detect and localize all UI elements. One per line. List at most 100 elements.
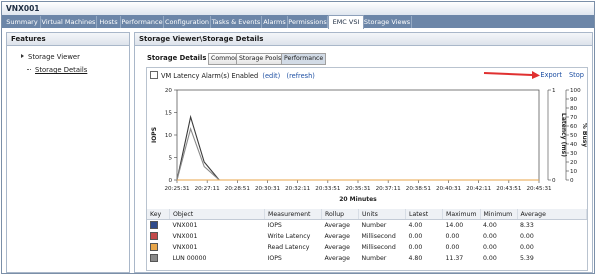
key-swatch bbox=[150, 254, 158, 262]
col-average[interactable]: Average bbox=[517, 209, 587, 220]
table-row[interactable]: VNX001 Read Latency Average Millisecond 0.00… bbox=[147, 242, 587, 253]
cell-average: 0.00 bbox=[520, 233, 534, 240]
cell-minimum: 4.00 bbox=[483, 222, 497, 229]
cell-maximum: 0.00 bbox=[445, 233, 460, 240]
cell-maximum: 14.00 bbox=[445, 222, 464, 229]
subtab-storage-pools[interactable]: Storage Pools bbox=[236, 53, 285, 65]
export-link[interactable]: Export bbox=[540, 71, 562, 79]
stop-link[interactable]: Stop bbox=[569, 71, 584, 79]
window-title: VNX001 bbox=[6, 4, 40, 13]
x-axis-label: 20 Minutes bbox=[339, 196, 377, 203]
col-maximum[interactable]: Maximum bbox=[442, 209, 481, 220]
x-tick-label: 20:45:31 bbox=[526, 186, 552, 192]
col-measurement[interactable]: Measurement bbox=[264, 209, 322, 220]
busy-tick-label: 30 bbox=[570, 151, 578, 157]
tab-summary[interactable]: Summary bbox=[4, 16, 41, 28]
cell-minimum: 0.00 bbox=[483, 255, 497, 262]
key-swatch bbox=[150, 243, 158, 251]
performance-pane: VM Latency Alarm(s) Enabled (edit) (refr… bbox=[146, 67, 588, 271]
x-tick-label: 20:27:11 bbox=[195, 186, 221, 192]
breadcrumb: Storage Viewer\Storage Details bbox=[135, 33, 592, 46]
cell-average: 0.00 bbox=[520, 244, 534, 251]
table-row[interactable]: VNX001 IOPS Average Number 4.00 14.00 4.00 8.33 bbox=[147, 220, 587, 232]
x-tick-label: 20:32:11 bbox=[285, 186, 311, 192]
key-cell bbox=[147, 242, 170, 253]
cell-object: VNX001 bbox=[172, 244, 198, 251]
cell-maximum: 11.37 bbox=[445, 255, 464, 262]
x-tick-label: 20:42:11 bbox=[466, 186, 492, 192]
cell-rollup: Average bbox=[324, 222, 350, 229]
table-row[interactable]: LUN 00000 IOPS Average Number 4.80 11.37 0.00 5… bbox=[147, 253, 587, 264]
busy-tick-label: 40 bbox=[570, 142, 578, 148]
counters-table: Key Object Measurement Rollup Units Late… bbox=[147, 209, 587, 264]
performance-chart: 20:25:31 20:27:11 20:28:51 20:30:31 20:32:11… bbox=[151, 88, 587, 203]
features-panel: Features Storage Viewer Storage Details bbox=[6, 32, 130, 273]
tab-storage-views[interactable]: Storage Views bbox=[363, 16, 412, 28]
col-object[interactable]: Object bbox=[169, 209, 265, 220]
x-tick-label: 20:35:31 bbox=[345, 186, 371, 192]
subtab-performance[interactable]: Performance bbox=[281, 53, 327, 65]
alarm-checkbox[interactable] bbox=[150, 71, 158, 79]
edit-link[interactable]: (edit) bbox=[262, 72, 280, 80]
storage-details-panel: Storage Viewer\Storage Details Storage D… bbox=[134, 32, 593, 273]
col-minimum[interactable]: Minimum bbox=[480, 209, 518, 220]
x-tick-label: 20:28:51 bbox=[225, 186, 251, 192]
refresh-link[interactable]: (refresh) bbox=[287, 72, 315, 80]
tab-performance[interactable]: Performance bbox=[121, 16, 164, 28]
tab-hosts[interactable]: Hosts bbox=[97, 16, 121, 28]
busy-tick-label: 80 bbox=[570, 106, 578, 112]
tree-item-label: Storage Viewer bbox=[28, 53, 80, 61]
col-rollup[interactable]: Rollup bbox=[321, 209, 359, 220]
vsphere-window: VNX001 Summary Virtual Machines Hosts Pe… bbox=[1, 1, 595, 274]
cell-measurement: IOPS bbox=[267, 222, 282, 229]
busy-tick-label: 0 bbox=[570, 178, 574, 184]
y-left-tick-label: 5 bbox=[168, 156, 172, 162]
latency-tick-label: 1 bbox=[552, 88, 556, 94]
tab-strip: Summary Virtual Machines Hosts Performan… bbox=[2, 15, 594, 29]
cell-maximum: 0.00 bbox=[445, 244, 460, 251]
tree-item-storage-viewer[interactable]: Storage Viewer bbox=[21, 53, 80, 61]
tree-item-storage-details[interactable]: Storage Details bbox=[27, 66, 87, 74]
cell-units: Millisecond bbox=[361, 233, 396, 240]
table-header-row: Key Object Measurement Rollup Units Late… bbox=[147, 209, 587, 220]
title-bar: VNX001 bbox=[2, 2, 594, 16]
cell-latest: 0.00 bbox=[408, 244, 423, 251]
cell-units: Number bbox=[361, 255, 387, 262]
cell-units: Number bbox=[361, 222, 387, 229]
tab-configuration[interactable]: Configuration bbox=[164, 16, 211, 28]
cell-minimum: 0.00 bbox=[483, 233, 497, 240]
cell-minimum: 0.00 bbox=[483, 244, 497, 251]
cell-rollup: Average bbox=[324, 244, 350, 251]
y-left-tick-label: 0 bbox=[168, 178, 172, 184]
tab-emc-vsi[interactable]: EMC VSI bbox=[328, 15, 364, 29]
latency-tick-label: 0 bbox=[552, 178, 556, 184]
x-tick-label: 20:30:31 bbox=[255, 186, 281, 192]
cell-units: Millisecond bbox=[361, 244, 396, 251]
busy-tick-label: 20 bbox=[570, 160, 578, 166]
col-key[interactable]: Key bbox=[147, 209, 170, 220]
cell-rollup: Average bbox=[324, 255, 350, 262]
y-left-tick-label: 10 bbox=[165, 133, 173, 139]
key-swatch bbox=[150, 232, 158, 240]
y-left-tick-label: 15 bbox=[165, 111, 173, 117]
tab-tasks-events[interactable]: Tasks & Events bbox=[211, 16, 262, 28]
cell-rollup: Average bbox=[324, 233, 350, 240]
busy-tick-label: 60 bbox=[570, 124, 578, 130]
col-units[interactable]: Units bbox=[358, 209, 406, 220]
col-latest[interactable]: Latest bbox=[405, 209, 443, 220]
table-row[interactable]: VNX001 Write Latency Average Millisecond 0.0… bbox=[147, 231, 587, 242]
key-cell bbox=[147, 231, 170, 242]
red-arrow-annotation bbox=[483, 71, 540, 79]
features-header: Features bbox=[7, 33, 129, 46]
cell-latest: 0.00 bbox=[408, 233, 423, 240]
expand-arrow-icon[interactable] bbox=[21, 54, 24, 58]
tab-virtual-machines[interactable]: Virtual Machines bbox=[41, 16, 97, 28]
x-tick-label: 20:38:51 bbox=[406, 186, 432, 192]
tab-alarms[interactable]: Alarms bbox=[262, 16, 288, 28]
tab-permissions[interactable]: Permissions bbox=[288, 16, 328, 28]
cell-latest: 4.80 bbox=[408, 255, 423, 262]
cell-object: VNX001 bbox=[172, 222, 198, 229]
cell-measurement: Write Latency bbox=[267, 233, 311, 240]
busy-tick-label: 100 bbox=[570, 88, 581, 94]
cell-latest: 4.00 bbox=[408, 222, 423, 229]
